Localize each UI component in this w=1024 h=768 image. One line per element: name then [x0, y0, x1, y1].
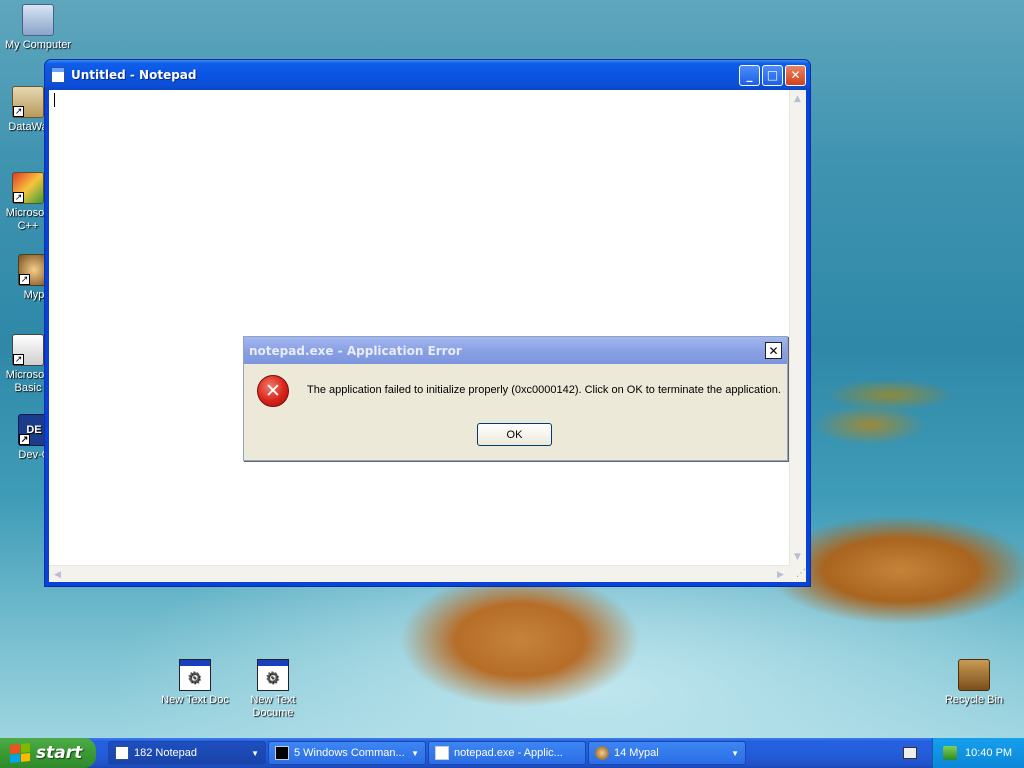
error-icon: ✕ — [257, 375, 289, 407]
desktop-icon-recycle-bin[interactable]: Recycle Bin — [936, 659, 1012, 707]
desktop-icon-my-computer[interactable]: My Computer — [0, 4, 76, 52]
chevron-down-icon: ▼ — [411, 748, 419, 758]
notepad-icon — [51, 67, 65, 83]
chevron-down-icon: ▼ — [251, 748, 259, 758]
taskbar-item-error-dialog[interactable]: notepad.exe - Applic... — [428, 741, 586, 765]
start-button[interactable]: start — [0, 738, 96, 768]
keyboard-icon[interactable] — [903, 747, 917, 759]
window-icon — [435, 746, 449, 760]
start-label: start — [36, 743, 83, 763]
desktop-icon-label: Recycle Bin — [944, 694, 1004, 706]
small-basic-shortcut-icon: ↗ — [12, 334, 44, 366]
vertical-scrollbar[interactable]: ▲ ▼ — [789, 90, 806, 565]
error-message: The application failed to initialize pro… — [307, 384, 781, 396]
scroll-up-icon[interactable]: ▲ — [789, 90, 806, 107]
mypal-icon — [595, 746, 609, 760]
notepad-icon — [115, 746, 129, 760]
taskbar-item-label: 182 Notepad — [134, 747, 197, 759]
minimize-button[interactable]: _ — [739, 64, 760, 86]
notepad-titlebar[interactable]: Untitled - Notepad _ □ ✕ — [45, 60, 810, 90]
scroll-left-icon[interactable]: ◀ — [49, 566, 66, 583]
taskbar: start 182 Notepad ▼ 5 Windows Comman... … — [0, 738, 1024, 768]
desktop-icon-new-text-doc-1[interactable]: New Text Doc — [157, 659, 233, 707]
database-shortcut-icon: ↗ — [12, 86, 44, 118]
system-tray: 10:40 PM — [932, 738, 1024, 768]
window-title: Untitled - Notepad — [71, 68, 197, 82]
text-editor[interactable] — [49, 90, 789, 565]
text-document-icon — [257, 659, 289, 691]
dialog-titlebar[interactable]: notepad.exe - Application Error ✕ — [244, 337, 787, 364]
dialog-close-button[interactable]: ✕ — [765, 342, 782, 359]
taskbar-item-label: 5 Windows Comman... — [294, 747, 405, 759]
maximize-button[interactable]: □ — [762, 64, 783, 86]
error-dialog: notepad.exe - Application Error ✕ ✕ The … — [243, 336, 788, 461]
desktop-icon-label: New Text Docume — [250, 694, 296, 719]
visual-cpp-shortcut-icon: ↗ — [12, 172, 44, 204]
desktop-icon-new-text-doc-2[interactable]: New Text Docume — [235, 659, 311, 720]
network-icon[interactable] — [943, 746, 957, 760]
text-caret — [54, 93, 55, 107]
windows-flag-icon — [10, 742, 30, 764]
dialog-title: notepad.exe - Application Error — [249, 343, 462, 358]
taskbar-item-label: notepad.exe - Applic... — [454, 747, 563, 759]
desktop-icon-label: New Text Doc — [161, 694, 229, 706]
taskbar-item-command[interactable]: 5 Windows Comman... ▼ — [268, 741, 426, 765]
desktop-icon-label: My Computer — [4, 39, 72, 51]
close-button[interactable]: ✕ — [785, 64, 806, 86]
resize-grip-icon[interactable]: ⋰ — [789, 565, 806, 582]
ok-button[interactable]: OK — [477, 423, 552, 446]
clock[interactable]: 10:40 PM — [965, 747, 1012, 759]
taskbar-item-label: 14 Mypal — [614, 747, 659, 759]
notepad-window: Untitled - Notepad _ □ ✕ ▲ ▼ ◀ ▶ ⋰ — [44, 59, 811, 587]
computer-icon — [22, 4, 54, 36]
taskbar-item-mypal[interactable]: 14 Mypal ▼ — [588, 741, 746, 765]
recycle-bin-icon — [958, 659, 990, 691]
scroll-right-icon[interactable]: ▶ — [772, 566, 789, 583]
horizontal-scrollbar[interactable]: ◀ ▶ — [49, 565, 789, 582]
scroll-down-icon[interactable]: ▼ — [789, 548, 806, 565]
taskbar-item-notepad[interactable]: 182 Notepad ▼ — [108, 741, 266, 765]
chevron-down-icon: ▼ — [731, 748, 739, 758]
console-icon — [275, 746, 289, 760]
text-document-icon — [179, 659, 211, 691]
